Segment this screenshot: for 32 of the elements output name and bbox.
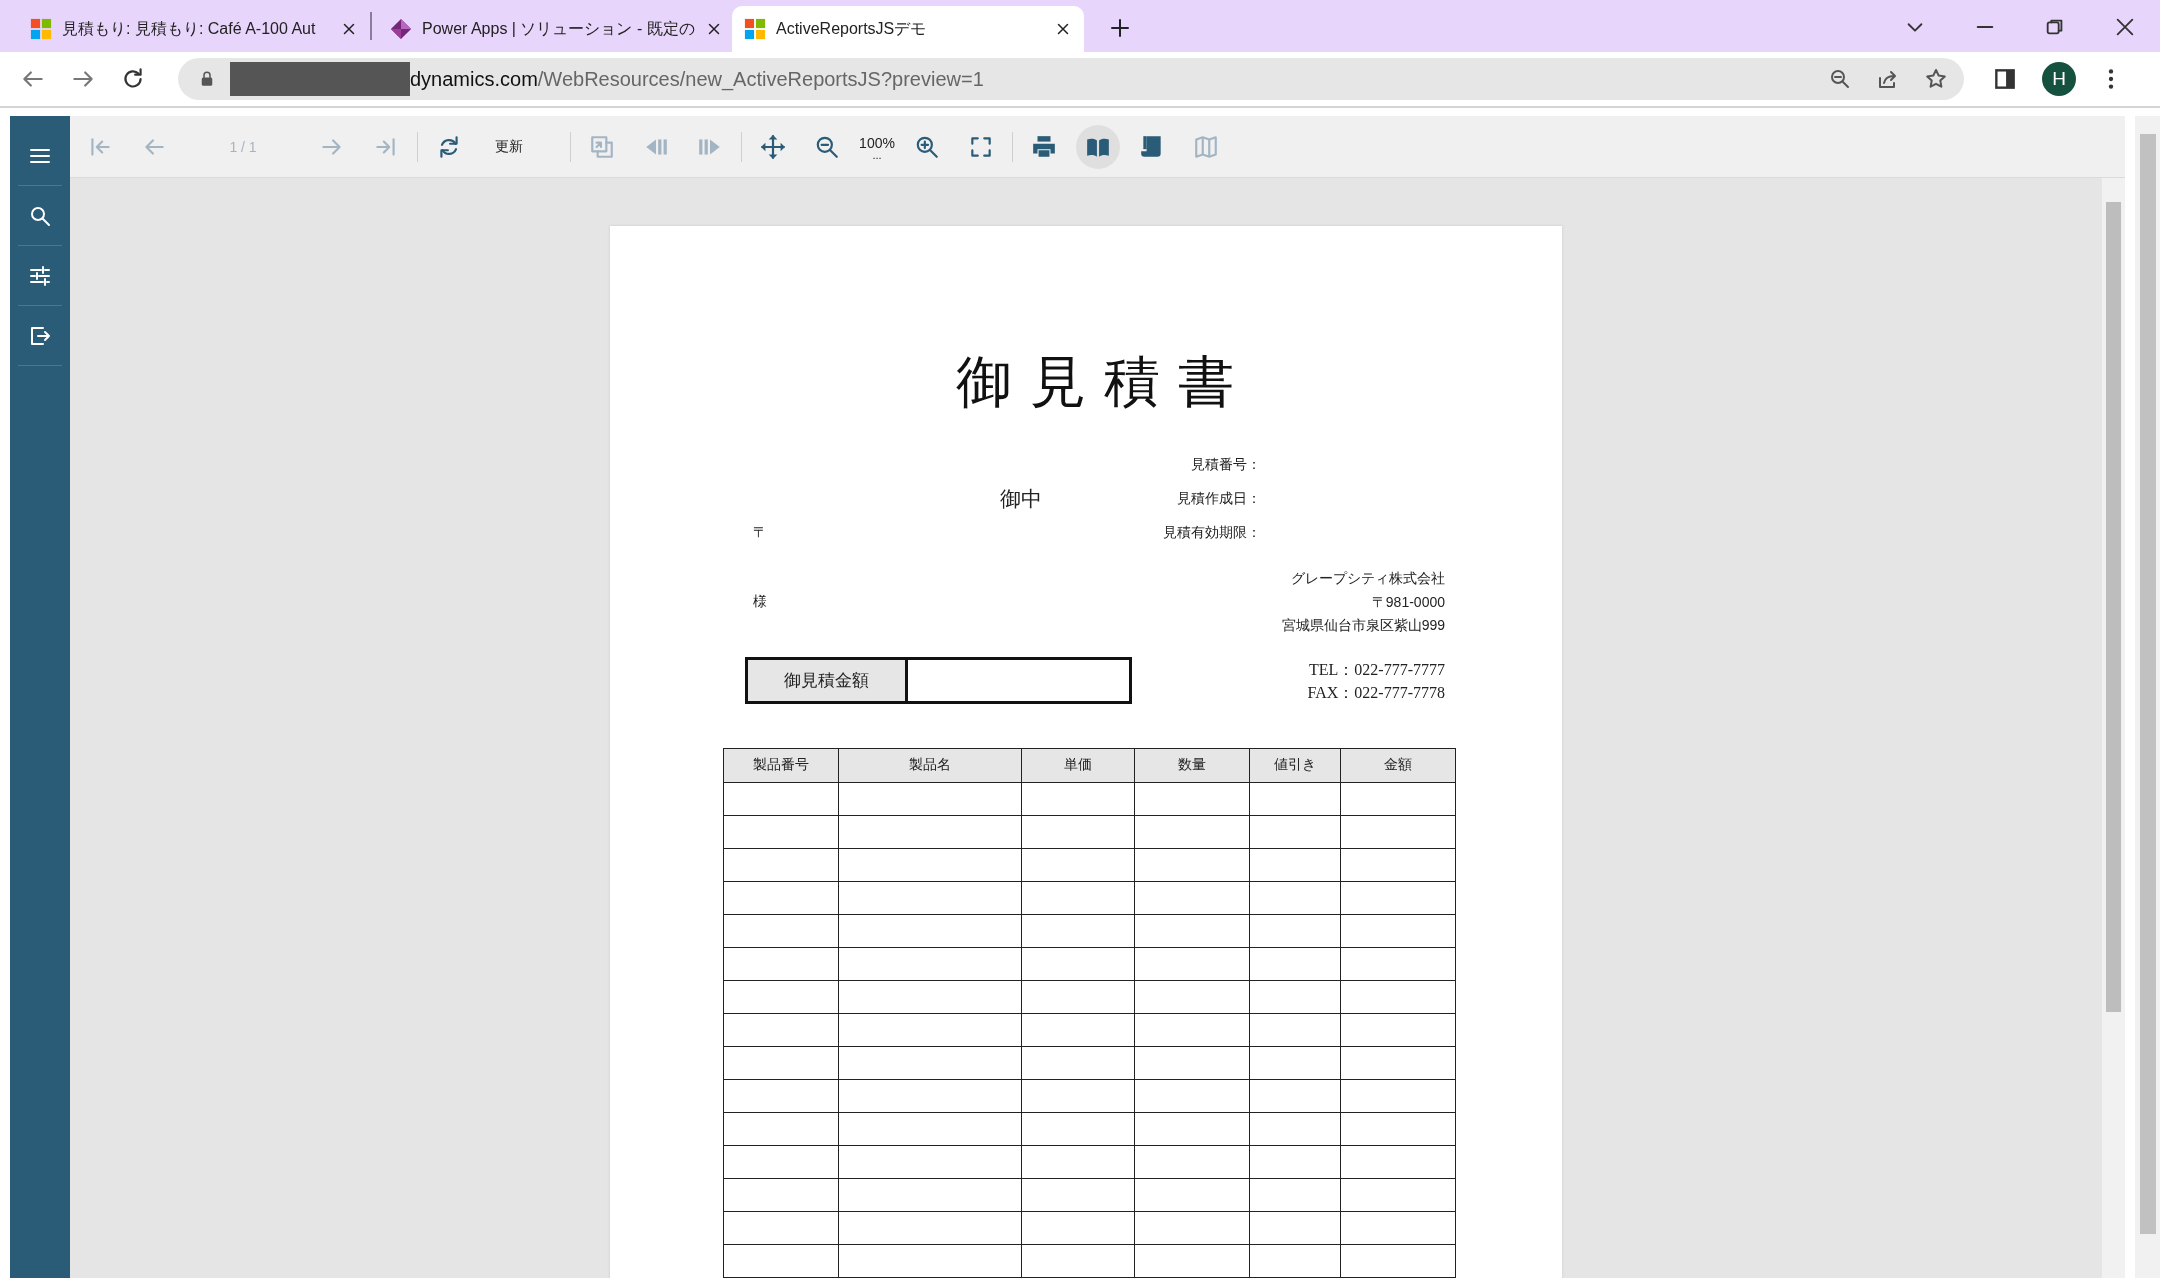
field-label: 見積作成日： <box>1177 490 1261 508</box>
avatar[interactable]: H <box>2042 62 2076 96</box>
column-header: 金額 <box>1340 748 1456 782</box>
column-header: 値引き <box>1249 748 1341 782</box>
tab-title: 見積もり: 見積もり: Café A-100 Aut <box>62 18 317 39</box>
column-header: 製品名 <box>838 748 1022 782</box>
contact-line: TEL：022-777-7777 <box>1309 659 1445 680</box>
column-header: 製品番号 <box>723 748 839 782</box>
column-header: 数量 <box>1134 748 1250 782</box>
column-header: 単価 <box>1021 748 1135 782</box>
issuer-line: 〒981-0000 <box>1371 592 1445 612</box>
browser-tab[interactable]: Power Apps | ソリューション - 既定の <box>378 6 730 52</box>
honorific: 様 <box>753 593 767 612</box>
issuer-line: 宮城県仙台市泉区紫山999 <box>1281 616 1445 635</box>
recipient-suffix: 御中 <box>1000 486 1042 512</box>
url-text: dynamics.com/WebResources/new_ActiveReportsJS?preview=1 <box>410 67 984 91</box>
page-number: 1 / 1 <box>228 138 258 155</box>
contact-line: FAX：022-777-7778 <box>1307 682 1445 703</box>
zoom-level[interactable]: 100% <box>859 134 895 151</box>
browser-tab[interactable]: ActiveReportsJSデモ <box>732 6 1084 52</box>
postal-mark: 〒 <box>753 524 767 542</box>
issuer-line: グレープシティ株式会社 <box>1291 569 1445 588</box>
address-field[interactable]: dynamics.com/WebResources/new_ActiveReportsJS?preview=1 <box>178 58 1964 100</box>
refresh-label[interactable]: 更新 <box>476 137 542 156</box>
browser-tab[interactable]: 見積もり: 見積もり: Café A-100 Aut <box>18 6 370 52</box>
field-label: 見積番号： <box>1191 456 1261 474</box>
amount-label: 御見積金額 <box>748 659 908 701</box>
zoom-options[interactable]: ... <box>872 150 882 159</box>
tab-title: ActiveReportsJSデモ <box>776 18 928 39</box>
field-label: 見積有効期限： <box>1163 524 1261 542</box>
report-title: 御 見 積 書 <box>955 348 1235 416</box>
tab-title: Power Apps | ソリューション - 既定の <box>422 18 695 39</box>
